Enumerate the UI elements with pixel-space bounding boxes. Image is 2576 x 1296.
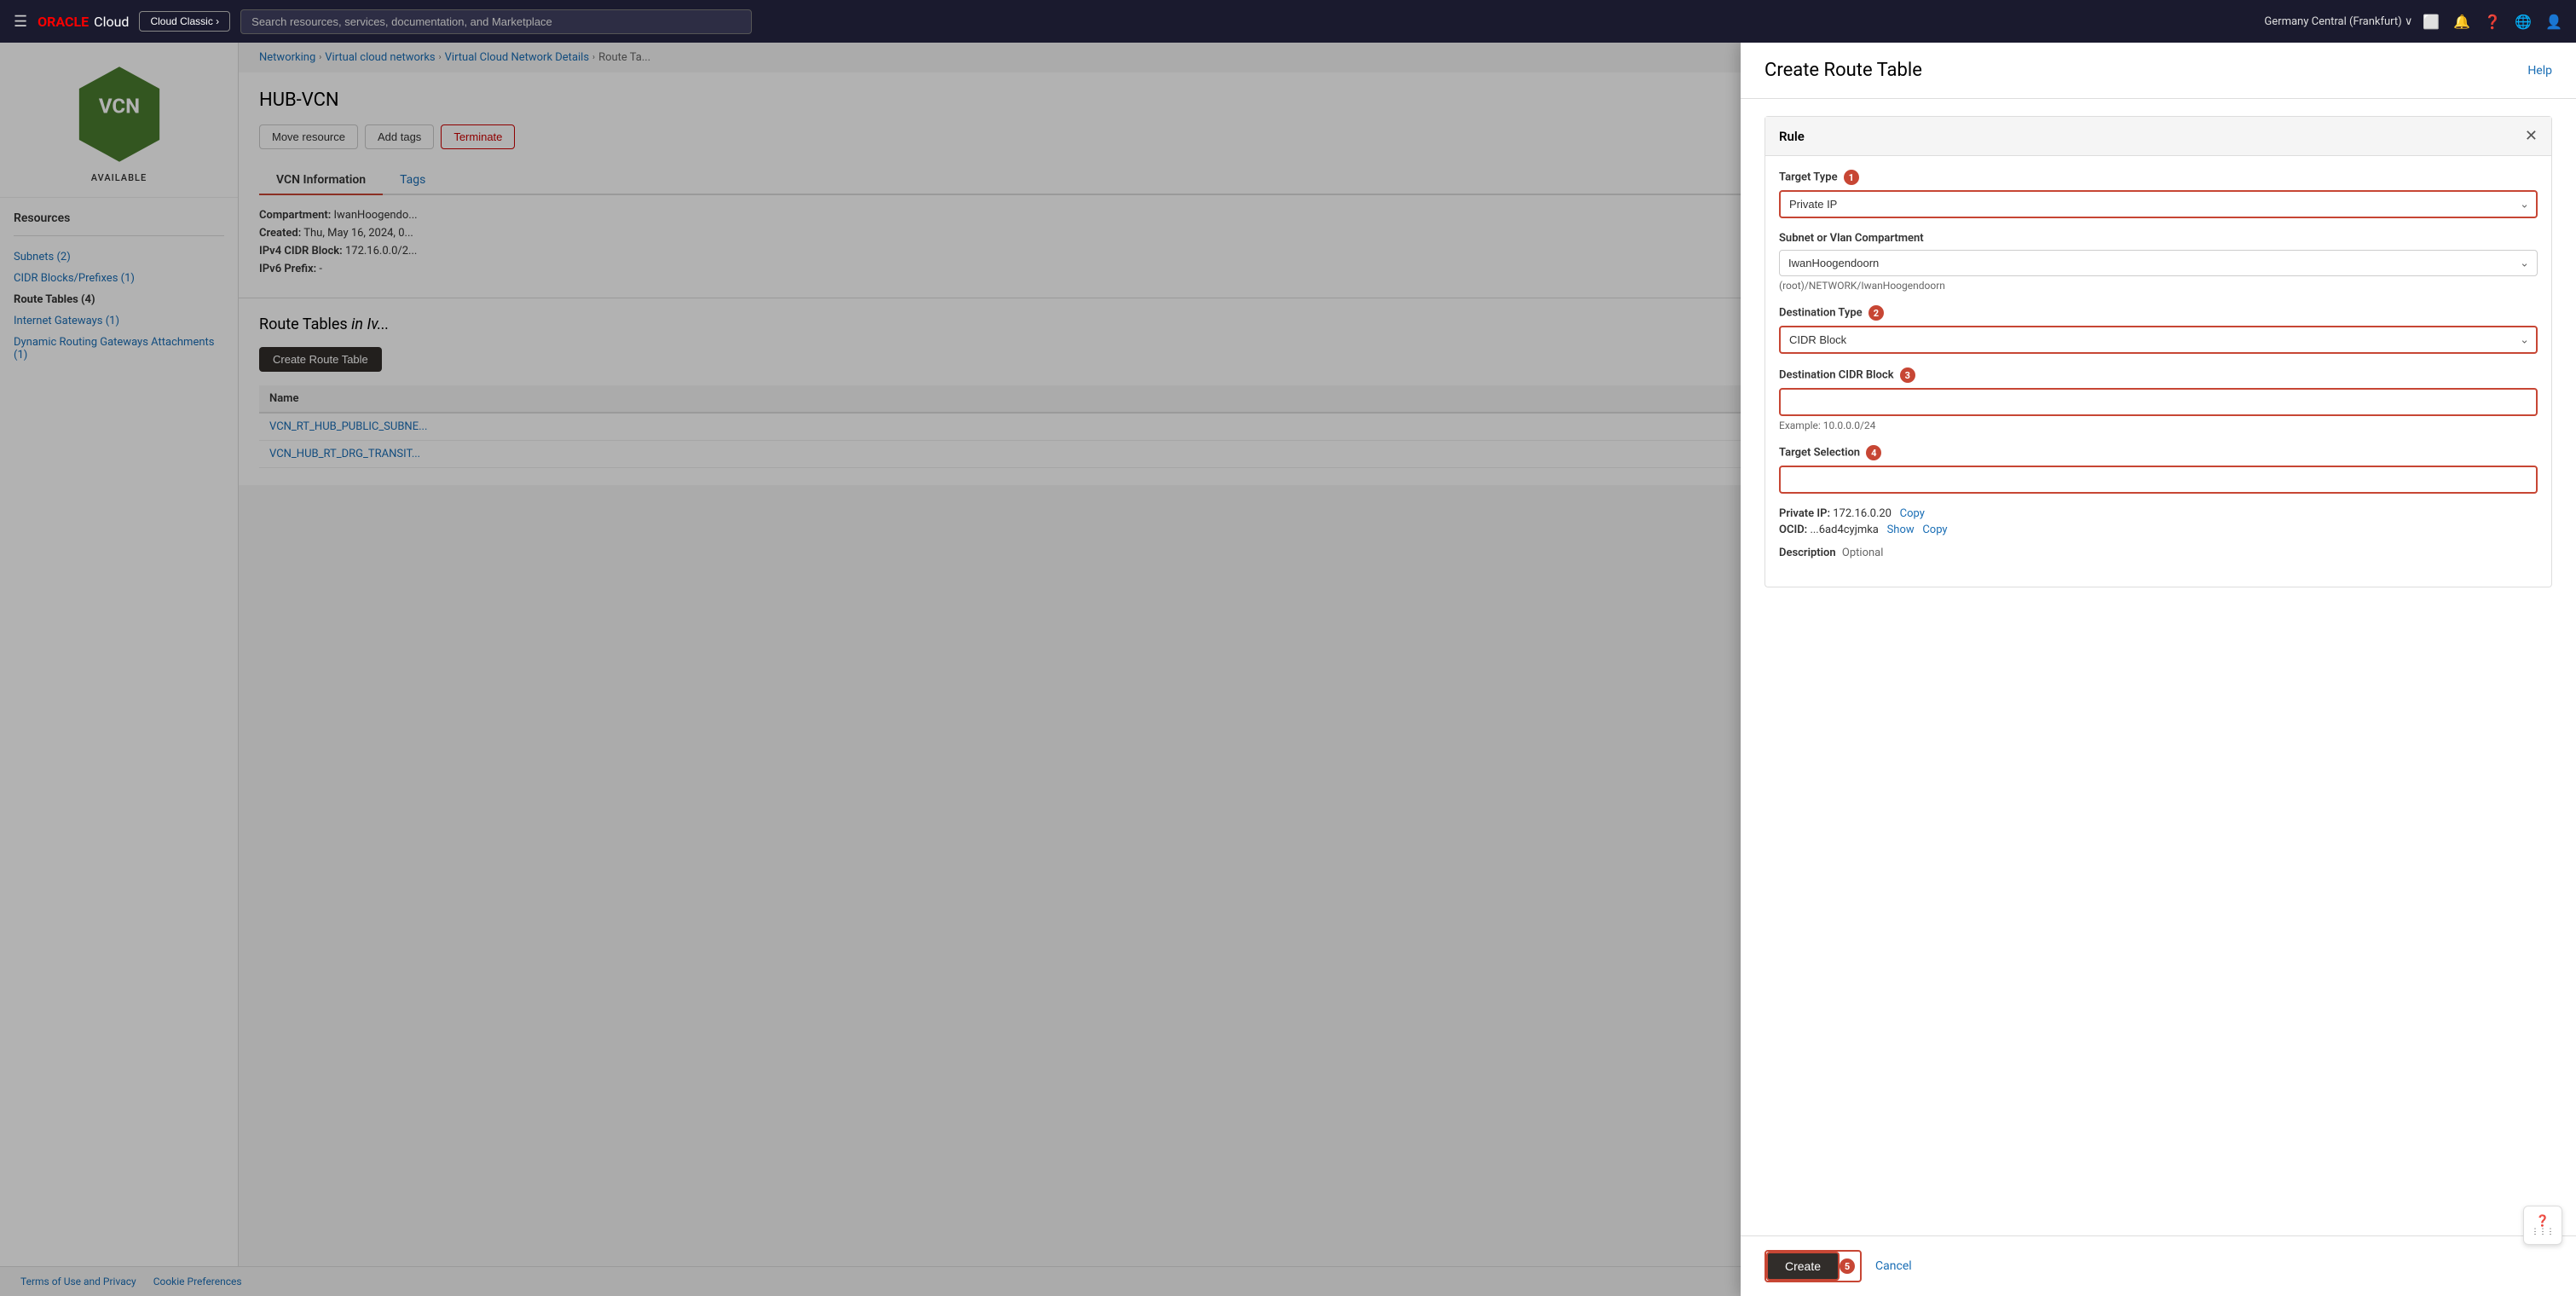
private-ip-info: Private IP: 172.16.0.20 Copy [1779,507,2538,520]
top-navigation: ☰ ORACLE Cloud Cloud Classic › Germany C… [0,0,2576,43]
notifications-icon[interactable]: 🔔 [2453,14,2470,30]
cancel-button[interactable]: Cancel [1875,1259,1912,1273]
target-type-select[interactable]: Private IP [1779,190,2538,218]
subnet-compartment-group: Subnet or Vlan Compartment IwanHoogendoo… [1779,232,2538,292]
step-3-badge: 3 [1900,367,1915,383]
rule-close-icon[interactable]: ✕ [2525,127,2538,145]
subnet-compartment-select[interactable]: IwanHoogendoorn [1779,250,2538,276]
step-2-badge: 2 [1868,305,1884,321]
create-button-wrapper: Create 5 [1765,1250,1862,1282]
target-type-select-wrapper: Private IP [1779,190,2538,218]
target-selection-input[interactable]: 172.16.0.20 [1779,466,2538,494]
subnet-compartment-select-wrapper: IwanHoogendoorn [1779,250,2538,276]
ocid-show-link[interactable]: Show [1887,524,1915,536]
target-selection-label: Target Selection 4 [1779,445,2538,460]
private-ip-copy-link[interactable]: Copy [1900,507,1925,520]
rule-card-header: Rule ✕ [1765,117,2551,156]
description-optional: Optional [1842,547,1883,559]
step-5-badge: 5 [1840,1258,1855,1274]
help-widget-icon: ❓ [2536,1215,2550,1228]
console-icon[interactable]: ⬜ [2423,14,2440,30]
help-icon[interactable]: ❓ [2484,14,2501,30]
language-icon[interactable]: 🌐 [2515,14,2532,30]
subnet-compartment-hint: (root)/NETWORK/IwanHoogendoorn [1779,280,2538,292]
create-route-table-panel: Create Route Table Help Rule ✕ Target Ty… [1741,43,2576,1296]
destination-type-label: Destination Type 2 [1779,305,2538,321]
target-selection-group: Target Selection 4 172.16.0.20 [1779,445,2538,494]
ocid-label: OCID: [1779,524,1807,536]
description-group: Description Optional [1779,547,2538,559]
destination-type-select-wrapper: CIDR Block [1779,326,2538,354]
logo: ORACLE Cloud [38,14,129,30]
panel-header: Create Route Table Help [1741,43,2576,99]
subnet-compartment-label: Subnet or Vlan Compartment [1779,232,2538,245]
oracle-logo: ORACLE [38,14,89,30]
destination-cidr-label: Destination CIDR Block 3 [1779,367,2538,383]
target-type-label: Target Type 1 [1779,170,2538,185]
panel-footer: Create 5 Cancel [1741,1235,2576,1296]
nav-icons: ⬜ 🔔 ❓ 🌐 👤 [2423,14,2562,30]
destination-cidr-input[interactable]: 172.16.3.0/24 [1779,388,2538,416]
destination-type-select[interactable]: CIDR Block [1779,326,2538,354]
cloud-classic-button[interactable]: Cloud Classic › [139,11,230,32]
help-widget[interactable]: ❓ ⋮⋮⋮ [2523,1206,2562,1245]
panel-body: Rule ✕ Target Type 1 Private IP [1741,99,2576,1235]
rule-card-body: Target Type 1 Private IP Subnet or Vlan … [1765,156,2551,587]
panel-help-link[interactable]: Help [2527,64,2552,78]
private-ip-label: Private IP: [1779,507,1830,520]
ocid-value: ...6ad4cyjmka [1810,524,1878,536]
help-widget-label: ⋮⋮⋮ [2532,1228,2555,1236]
ocid-info: OCID: ...6ad4cyjmka Show Copy [1779,524,2538,536]
destination-cidr-hint: Example: 10.0.0.0/24 [1779,419,2538,431]
cloud-logo: Cloud [94,14,129,30]
rule-card-title: Rule [1779,129,1805,144]
step-1-badge: 1 [1844,170,1859,185]
private-ip-value: 172.16.0.20 [1833,507,1892,520]
search-input[interactable] [240,9,752,34]
target-type-group: Target Type 1 Private IP [1779,170,2538,218]
description-label: Description Optional [1779,547,2538,559]
region-selector[interactable]: Germany Central (Frankfurt) ∨ [2264,15,2412,28]
rule-card: Rule ✕ Target Type 1 Private IP [1765,116,2552,587]
destination-type-group: Destination Type 2 CIDR Block [1779,305,2538,354]
ocid-copy-link[interactable]: Copy [1922,524,1947,536]
hamburger-icon[interactable]: ☰ [14,13,27,31]
step-4-badge: 4 [1866,445,1881,460]
user-icon[interactable]: 👤 [2545,14,2562,30]
destination-cidr-group: Destination CIDR Block 3 172.16.3.0/24 E… [1779,367,2538,431]
create-button[interactable]: Create [1766,1252,1840,1281]
panel-title: Create Route Table [1765,60,1922,81]
